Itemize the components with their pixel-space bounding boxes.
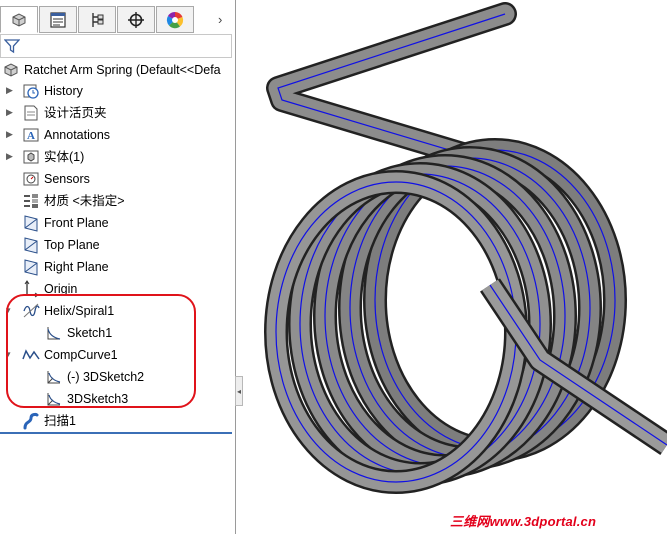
filter-icon xyxy=(4,39,20,54)
plane-icon xyxy=(22,258,40,276)
sensors-icon xyxy=(22,170,40,188)
tree-item-label: 扫描1 xyxy=(44,414,76,428)
tree-item-history[interactable]: History xyxy=(22,81,83,101)
filter-bar[interactable] xyxy=(0,34,232,58)
color-wheel-icon xyxy=(166,11,184,28)
graphics-viewport[interactable] xyxy=(237,0,667,534)
more-tabs-arrow[interactable]: › xyxy=(218,12,222,27)
expand-arrow[interactable]: ▶ xyxy=(6,85,13,96)
annotations-icon: A xyxy=(22,126,40,144)
plane-icon xyxy=(22,236,40,254)
tree-item-sensors[interactable]: Sensors xyxy=(22,169,90,189)
feature-manager-icon xyxy=(12,12,26,27)
tree-item-right-plane[interactable]: Right Plane xyxy=(22,257,109,277)
part-icon xyxy=(2,61,20,79)
crosshair-icon xyxy=(128,11,144,28)
tree-item-annotations[interactable]: A Annotations xyxy=(22,125,110,145)
property-manager-tab[interactable] xyxy=(39,6,77,33)
spring-model-render xyxy=(264,2,667,494)
tree-item-label: Right Plane xyxy=(44,260,109,274)
sweep-icon xyxy=(22,412,40,430)
plane-icon xyxy=(22,214,40,232)
feature-manager-panel: › Ratchet Arm Spring (Default<<Defa ▶ Hi… xyxy=(0,0,236,534)
tree-item-label: Front Plane xyxy=(44,216,109,230)
material-icon xyxy=(22,192,40,210)
red-highlight-ring xyxy=(6,294,196,408)
tree-item-material[interactable]: 材质 <未指定> xyxy=(22,191,125,211)
solid-bodies-icon xyxy=(22,148,40,166)
expand-arrow[interactable]: ▶ xyxy=(6,129,13,140)
tree-item-label: 材质 <未指定> xyxy=(44,194,125,208)
tree-item-label: History xyxy=(44,84,83,98)
tree-root-label: Ratchet Arm Spring (Default<<Defa xyxy=(24,63,221,77)
configuration-manager-icon xyxy=(92,12,104,27)
tree-root-part[interactable]: Ratchet Arm Spring (Default<<Defa xyxy=(2,60,221,80)
feature-manager-tab[interactable] xyxy=(0,6,38,33)
property-manager-icon xyxy=(50,11,66,28)
history-icon xyxy=(22,82,40,100)
tree-item-solid-bodies[interactable]: 实体(1) xyxy=(22,147,84,167)
manager-tab-bar: › xyxy=(0,6,236,34)
design-binder-icon xyxy=(22,104,40,122)
tree-item-label: Sensors xyxy=(44,172,90,186)
tree-item-label: Annotations xyxy=(44,128,111,142)
dimxpert-manager-tab[interactable] xyxy=(117,6,155,33)
tree-item-design-binder[interactable]: 设计活页夹 xyxy=(22,103,107,123)
tree-item-label: 实体(1) xyxy=(44,150,85,164)
expand-arrow[interactable]: ▶ xyxy=(6,107,13,118)
tree-item-label: Top Plane xyxy=(44,238,100,252)
tree-item-sweep[interactable]: 扫描1 xyxy=(22,411,76,431)
display-manager-tab[interactable] xyxy=(156,6,194,33)
rollback-bar[interactable] xyxy=(0,432,232,434)
tree-item-front-plane[interactable]: Front Plane xyxy=(22,213,109,233)
expand-arrow[interactable]: ▶ xyxy=(6,151,13,162)
tree-item-label: 设计活页夹 xyxy=(44,106,107,120)
svg-text:A: A xyxy=(27,130,35,142)
tree-item-top-plane[interactable]: Top Plane xyxy=(22,235,100,255)
watermark-text: 三维网www.3dportal.cn xyxy=(450,514,597,529)
configuration-manager-tab[interactable] xyxy=(78,6,116,33)
